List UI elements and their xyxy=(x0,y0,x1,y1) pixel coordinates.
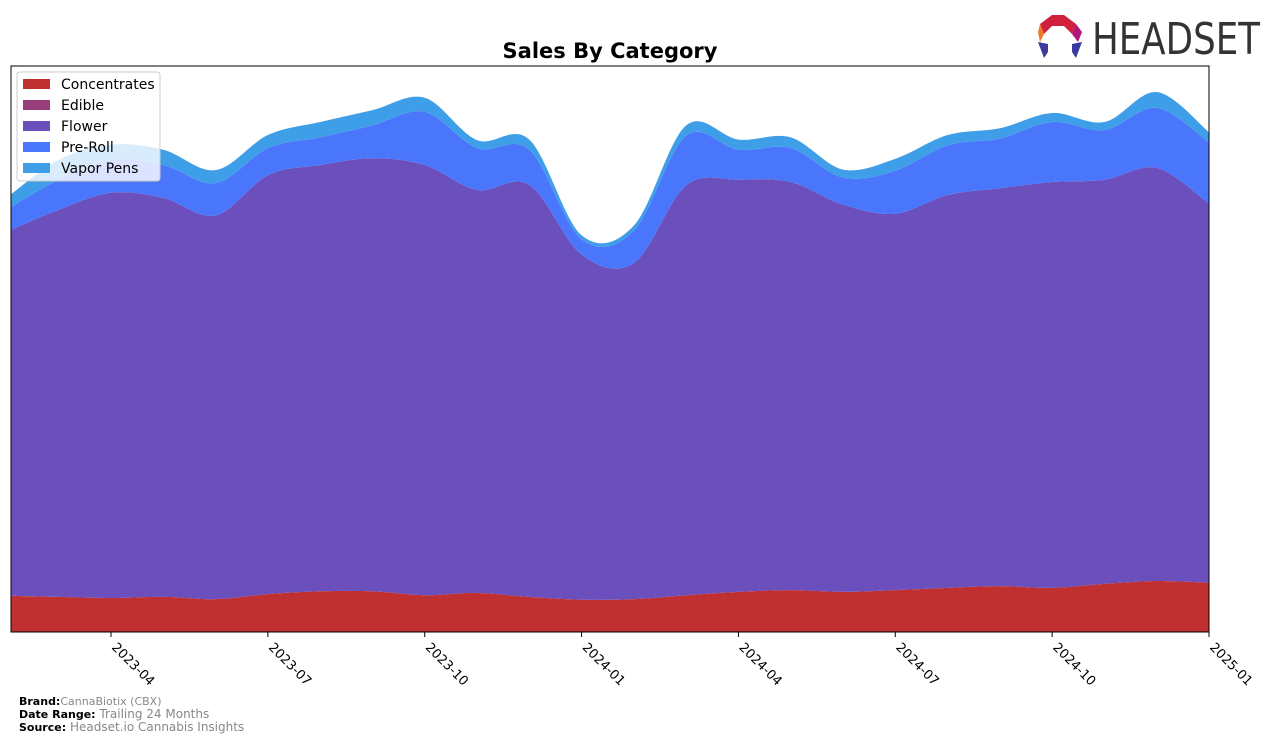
headset-logo-mark: HEADSET xyxy=(1038,14,1260,65)
x-tick-label: 2023-04 xyxy=(108,640,157,689)
chart-title: Sales By Category xyxy=(503,39,718,63)
x-tick-label: 2023-10 xyxy=(422,640,471,689)
x-tick-label: 2023-07 xyxy=(265,640,314,689)
legend-swatch xyxy=(23,142,50,152)
area-flower xyxy=(11,158,1209,600)
legend-label: Vapor Pens xyxy=(61,161,138,177)
headset-logo: HEADSET xyxy=(1036,12,1264,65)
legend-swatch xyxy=(23,163,50,173)
source-value: Headset.io Cannabis Insights xyxy=(69,720,245,734)
brand-label: Brand: xyxy=(19,695,61,708)
footer-source: Source: Headset.io Cannabis Insights xyxy=(19,720,245,735)
x-tick-label: 2024-07 xyxy=(892,640,941,689)
legend: Concentrates Edible Flower Pre-Roll Vapor Pe… xyxy=(16,71,161,182)
svg-text:HEADSET: HEADSET xyxy=(1092,14,1260,60)
plot-area xyxy=(11,92,1209,632)
legend-swatch xyxy=(23,100,50,110)
x-tick-label: 2025-01 xyxy=(1206,640,1255,689)
legend-label: Pre-Roll xyxy=(61,140,114,156)
legend-label: Edible xyxy=(61,98,104,114)
x-tick-label: 2024-10 xyxy=(1049,640,1098,689)
legend-swatch xyxy=(23,79,50,89)
source-label: Source: xyxy=(19,721,67,734)
legend-label: Flower xyxy=(61,119,108,135)
legend-swatch xyxy=(23,121,50,131)
legend-label: Concentrates xyxy=(61,77,155,93)
x-axis: 2023-04 2023-07 2023-10 2024-01 2024-04 2024-… xyxy=(108,632,1255,689)
x-tick-label: 2024-01 xyxy=(579,640,628,689)
x-tick-label: 2024-04 xyxy=(736,640,785,689)
sales-by-category-chart: Sales By Category 2023-04 2023-07 2023-10 2… xyxy=(10,39,1255,689)
date-range-value: Trailing 24 Months xyxy=(99,707,210,721)
